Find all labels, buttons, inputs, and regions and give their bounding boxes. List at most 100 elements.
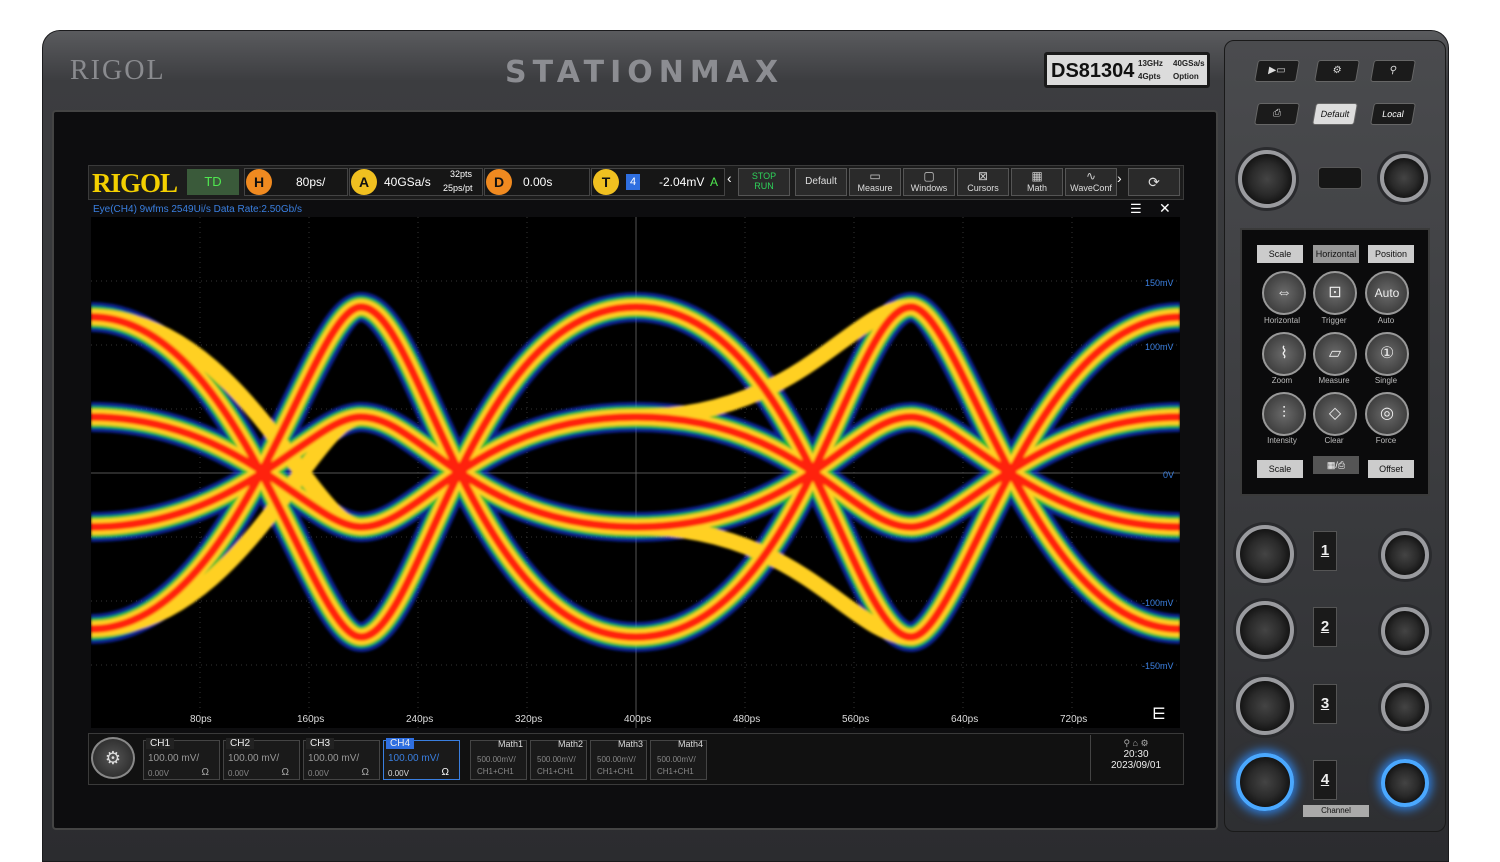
zoom-icon[interactable]: ⌇ xyxy=(1262,332,1306,376)
single-icon[interactable]: ① xyxy=(1365,332,1409,376)
x-label: 320ps xyxy=(515,714,543,725)
settings-gear-icon[interactable]: ⚙ xyxy=(91,737,135,779)
eye-info-bar: Eye(CH4) 9wfms 2549Ui/s Data Rate:2.50Gb… xyxy=(93,204,302,215)
windows-icon: ▢ xyxy=(923,169,935,183)
trigger-level: -2.04mV xyxy=(659,175,705,189)
channel-4-offset-knob[interactable] xyxy=(1381,759,1429,807)
auto-setup-icon[interactable]: ⟳ xyxy=(1128,168,1180,196)
measure-button[interactable]: ▭ Measure xyxy=(849,168,901,196)
horizontal-scale: 80ps/ xyxy=(296,175,326,189)
intensity-label: Intensity xyxy=(1267,436,1297,445)
expand-menu-icon[interactable]: ⋿ xyxy=(1152,704,1166,724)
channel-group-label: Channel xyxy=(1303,805,1369,817)
navigation-key[interactable] xyxy=(1318,167,1362,189)
math-2-box[interactable]: Math2 500.00mV/CH1+CH1 xyxy=(530,739,587,780)
mode-td-button[interactable]: TD xyxy=(187,169,239,195)
horizontal-icon[interactable]: ⇔ xyxy=(1262,271,1306,315)
math-1-box[interactable]: Math1 500.00mV/CH1+CH1 xyxy=(470,739,527,780)
zoom-label: Zoom xyxy=(1271,376,1293,385)
force-label: Force xyxy=(1375,436,1397,445)
measure-key-icon[interactable]: ▱ xyxy=(1313,332,1357,376)
local-key-button[interactable]: Local xyxy=(1370,103,1416,125)
channel-1-box[interactable]: CH1 100.00 mV/ 0.00V Ω xyxy=(143,738,220,780)
status-icons: ⚲ ⌂ ⚙ xyxy=(1123,738,1149,748)
x-label: 160ps xyxy=(297,714,325,725)
auto-label: Auto xyxy=(1377,316,1395,325)
channel-3-scale-knob[interactable] xyxy=(1236,677,1294,735)
vertical-scale-tab[interactable]: Scale xyxy=(1257,460,1303,478)
model-bandwidth: 13GHz xyxy=(1138,59,1163,68)
channel-2-offset-knob[interactable] xyxy=(1381,607,1429,655)
multipurpose-knob-right[interactable] xyxy=(1380,154,1428,202)
menu-icon[interactable]: ☰ xyxy=(1130,201,1142,217)
cursors-button[interactable]: ⊠ Cursors xyxy=(957,168,1009,196)
print-button[interactable]: ⎙ xyxy=(1254,103,1300,125)
clear-icon[interactable]: ◇ xyxy=(1313,392,1357,436)
math-icon: ▦ xyxy=(1031,169,1043,183)
channel-1-offset-knob[interactable] xyxy=(1381,531,1429,579)
cursors-icon: ⊠ xyxy=(977,169,989,183)
vertical-mode-tab[interactable]: ▦/⎙ xyxy=(1313,456,1359,474)
waveconf-button[interactable]: ∿ WaveConf xyxy=(1065,168,1117,196)
channel-1-key[interactable]: 1 xyxy=(1313,531,1337,571)
model-number: DS81304 xyxy=(1051,60,1135,82)
intensity-icon[interactable]: ⫶ xyxy=(1262,392,1306,436)
math-3-box[interactable]: Math3 500.00mV/CH1+CH1 xyxy=(590,739,647,780)
default-key-button[interactable]: Default xyxy=(1312,103,1358,125)
user-key-button[interactable]: ⚙ xyxy=(1314,60,1360,82)
run-stop-button[interactable]: STOP RUN xyxy=(738,168,790,196)
trigger-source: 4 xyxy=(626,174,640,190)
channel-2-scale-knob[interactable] xyxy=(1236,601,1294,659)
clock-area[interactable]: ⚲ ⌂ ⚙ 20:30 2023/09/01 xyxy=(1090,735,1181,781)
x-label: 240ps xyxy=(406,714,434,725)
toolbar-right-arrow-icon[interactable]: › xyxy=(1117,170,1122,186)
default-button[interactable]: Default xyxy=(795,168,847,196)
channel-2-box[interactable]: CH2 100.00 mV/ 0.00V Ω xyxy=(223,738,300,780)
windows-button[interactable]: ▢ Windows xyxy=(903,168,955,196)
channel-4-scale-knob[interactable] xyxy=(1236,753,1294,811)
channel-3-key[interactable]: 3 xyxy=(1313,684,1337,724)
help-key-button[interactable]: ⚲ xyxy=(1370,60,1416,82)
horizontal-tab[interactable]: Horizontal xyxy=(1313,245,1359,263)
clock-time: 20:30 xyxy=(1123,749,1149,760)
single-label: Single xyxy=(1374,376,1398,385)
trigger-icon[interactable]: ⊡ xyxy=(1313,271,1357,315)
horizontal-label: Horizontal xyxy=(1263,316,1300,325)
trigger-label: Trigger xyxy=(1321,316,1347,325)
trigger-badge: T xyxy=(593,169,619,195)
channel-4-box[interactable]: CH4 100.00 mV/ 0.00V Ω xyxy=(383,738,460,780)
x-label: 80ps xyxy=(190,714,212,725)
clock-date: 2023/09/01 xyxy=(1110,760,1162,771)
series-logo: STATIONMAX xyxy=(505,55,785,90)
math-button[interactable]: ▦ Math xyxy=(1011,168,1063,196)
channel-3-offset-knob[interactable] xyxy=(1381,683,1429,731)
channel-2-key[interactable]: 2 xyxy=(1313,607,1337,647)
force-icon[interactable]: ◎ xyxy=(1365,392,1409,436)
delay-value: 0.00s xyxy=(523,175,553,189)
record-play-button[interactable]: ▶▭ xyxy=(1254,60,1300,82)
screen-logo: RIGOL xyxy=(92,168,178,198)
eye-diagram xyxy=(91,217,1180,728)
channel-3-box[interactable]: CH3 100.00 mV/ 0.00V Ω xyxy=(303,738,380,780)
horizontal-position-tab[interactable]: Position xyxy=(1368,245,1414,263)
acquire-resolution: 25ps/pt xyxy=(443,183,473,193)
brand-logo: RIGOL xyxy=(70,55,166,86)
measure-icon: ▭ xyxy=(869,169,881,183)
channel-4-key[interactable]: 4 xyxy=(1313,760,1337,800)
math-4-box[interactable]: Math4 500.00mV/CH1+CH1 xyxy=(650,739,707,780)
multipurpose-knob-left[interactable] xyxy=(1238,150,1296,208)
x-label: 640ps xyxy=(951,714,979,725)
waveform-display[interactable] xyxy=(91,217,1180,728)
sample-rate: 40GSa/s xyxy=(384,175,431,189)
auto-icon[interactable]: Auto xyxy=(1365,271,1409,315)
acquire-badge: A xyxy=(351,169,377,195)
model-memory: 4Gpts xyxy=(1138,72,1161,81)
channel-1-scale-knob[interactable] xyxy=(1236,525,1294,583)
x-label: 480ps xyxy=(733,714,761,725)
vertical-offset-tab[interactable]: Offset xyxy=(1368,460,1414,478)
toolbar-left-arrow-icon[interactable]: ‹ xyxy=(727,170,732,186)
trigger-slope: A xyxy=(710,175,719,189)
close-icon[interactable]: ✕ xyxy=(1159,200,1171,217)
clear-label: Clear xyxy=(1324,436,1344,445)
horizontal-scale-tab[interactable]: Scale xyxy=(1257,245,1303,263)
